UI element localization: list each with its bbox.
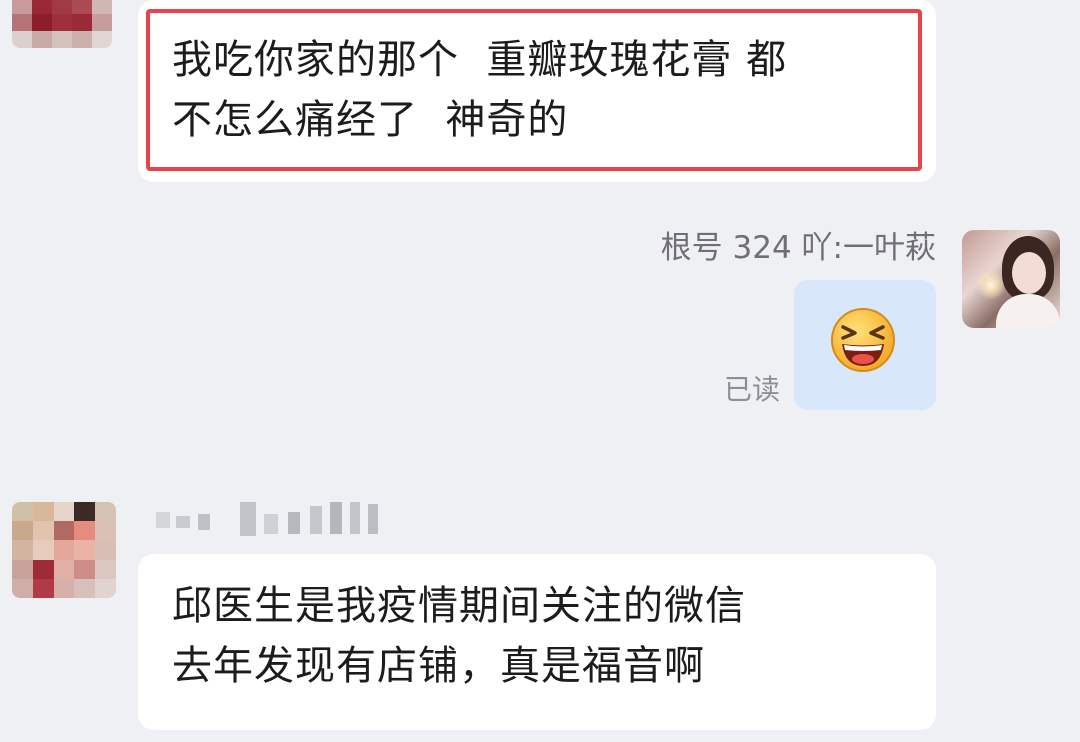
contact-avatar-bottom[interactable]	[12, 502, 116, 598]
laughing-emoji-icon	[831, 308, 895, 372]
user-avatar[interactable]	[962, 230, 1060, 328]
read-status: 已读	[724, 373, 781, 406]
message-line: 去年发现有店铺，真是福音啊	[172, 643, 705, 689]
chat-window: 我吃你家的那个 重瓣玫瑰花膏 都不怎么痛经了 神奇的 根号 324 吖:一叶萩 …	[0, 0, 1080, 742]
sender-name: 根号 324 吖:一叶萩	[660, 230, 936, 266]
message-line: 我吃你家的那个 重瓣玫瑰花膏 都	[172, 37, 788, 83]
blurred-sender-name	[150, 500, 390, 540]
contact-avatar-top[interactable]	[12, 0, 112, 48]
message-text-2: 邱医生是我疫情期间关注的微信 去年发现有店铺，真是福音啊	[172, 576, 746, 696]
message-line: 邱医生是我疫情期间关注的微信	[172, 583, 746, 629]
message-line: 不怎么痛经了 神奇的	[172, 97, 569, 143]
message-text-1: 我吃你家的那个 重瓣玫瑰花膏 都不怎么痛经了 神奇的	[172, 30, 787, 150]
